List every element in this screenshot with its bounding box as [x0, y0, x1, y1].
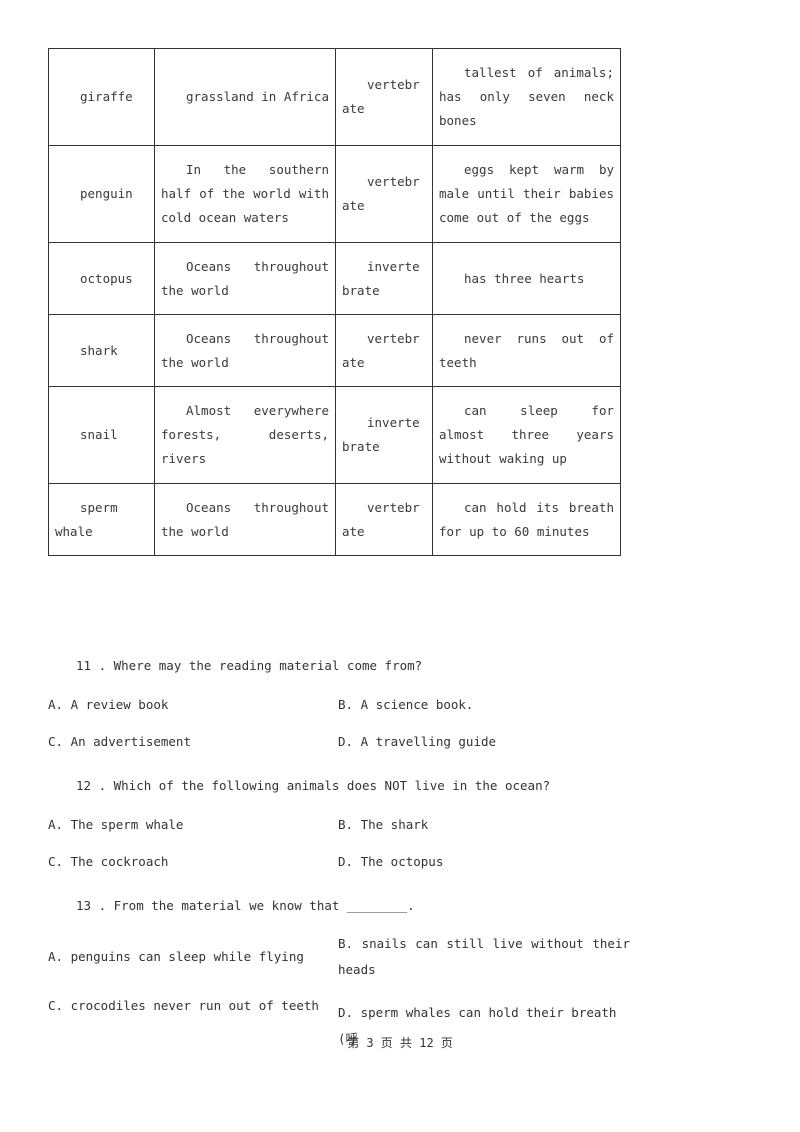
- question-13: 13 . From the material we know that ____…: [76, 898, 415, 913]
- animal-habitat: Oceans throughout the world: [154, 242, 336, 315]
- animal-type: vertebrate: [335, 48, 433, 146]
- q13-option-c[interactable]: C. crocodiles never run out of teeth: [48, 993, 319, 1019]
- question-11: 11 . Where may the reading material come…: [76, 658, 423, 673]
- animal-type: invertebrate: [335, 386, 433, 484]
- animal-habitat: Oceans throughout the world: [154, 483, 336, 556]
- animal-fact: eggs kept warm by male until their babie…: [432, 145, 621, 243]
- table-row: penguin In the southern half of the worl…: [48, 145, 621, 243]
- animal-type: vertebrate: [335, 483, 433, 556]
- animal-fact: tallest of animals; has only seven neck …: [432, 48, 621, 146]
- q12-option-d[interactable]: D. The octopus: [338, 849, 630, 875]
- q12-option-b[interactable]: B. The shark: [338, 812, 630, 838]
- question-12: 12 . Which of the following animals does…: [76, 778, 551, 793]
- animal-name: octopus: [48, 242, 155, 315]
- table-row: shark Oceans throughout the world verteb…: [48, 314, 621, 387]
- animal-fact: has three hearts: [432, 242, 621, 315]
- q13-option-a[interactable]: A. penguins can sleep while flying: [48, 944, 304, 970]
- q11-option-d[interactable]: D. A travelling guide: [338, 729, 630, 755]
- q11-option-c[interactable]: C. An advertisement: [48, 729, 191, 755]
- q13-option-b[interactable]: B. snails can still live without their h…: [338, 931, 630, 983]
- animal-fact: can sleep for almost three years without…: [432, 386, 621, 484]
- table-row: sperm whale Oceans throughout the world …: [48, 483, 621, 556]
- animal-name: giraffe: [48, 48, 155, 146]
- q11-option-b[interactable]: B. A science book.: [338, 692, 630, 718]
- animal-habitat: grassland in Africa: [154, 48, 336, 146]
- animal-habitat: Almost everywhere forests, deserts, rive…: [154, 386, 336, 484]
- animal-type: vertebrate: [335, 314, 433, 387]
- animal-fact: never runs out of teeth: [432, 314, 621, 387]
- q12-option-a[interactable]: A. The sperm whale: [48, 812, 183, 838]
- animal-habitat: Oceans throughout the world: [154, 314, 336, 387]
- q11-option-a[interactable]: A. A review book: [48, 692, 168, 718]
- animal-fact: can hold its breath for up to 60 minutes: [432, 483, 621, 556]
- animal-name: sperm whale: [48, 483, 155, 556]
- page-number-footer: 第 3 页 共 12 页: [347, 1036, 453, 1050]
- animal-name: shark: [48, 314, 155, 387]
- animal-name: penguin: [48, 145, 155, 243]
- table-row: giraffe grassland in Africa vertebrate t…: [48, 48, 621, 146]
- table-row: snail Almost everywhere forests, deserts…: [48, 386, 621, 484]
- animal-habitat: In the southern half of the world with c…: [154, 145, 336, 243]
- table-row: octopus Oceans throughout the world inve…: [48, 242, 621, 315]
- q12-option-c[interactable]: C. The cockroach: [48, 849, 168, 875]
- animal-type: vertebrate: [335, 145, 433, 243]
- animal-type: invertebrate: [335, 242, 433, 315]
- animal-name: snail: [48, 386, 155, 484]
- animal-facts-table: giraffe grassland in Africa vertebrate t…: [48, 48, 621, 556]
